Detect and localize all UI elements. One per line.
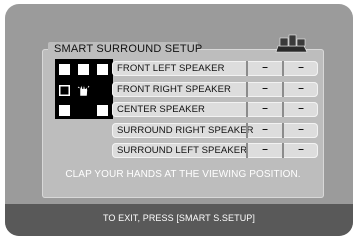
speaker-value: – (262, 144, 268, 155)
center-speaker-marker (78, 64, 89, 75)
setup-screen: SMART SURROUND SETUP FRONT LEFT SPEAKER … (5, 4, 353, 236)
speaker-label: FRONT RIGHT SPEAKER (117, 84, 231, 95)
exit-hint: TO EXIT, PRESS [SMART S.SETUP] (102, 213, 256, 223)
speaker-label: SURROUND RIGHT SPEAKER (117, 125, 254, 136)
speaker-row-surround-left: SURROUND LEFT SPEAKER – – (112, 143, 318, 158)
surround-right-speaker-marker (97, 105, 108, 116)
front-right-speaker-marker (97, 64, 108, 75)
instruction-text: CLAP YOUR HANDS AT THE VIEWING POSITION. (65, 169, 301, 180)
speaker-value: – (298, 144, 304, 155)
speaker-label: SURROUND LEFT SPEAKER (117, 145, 248, 156)
listener-position-marker (59, 85, 70, 96)
speaker-value: – (262, 62, 268, 73)
speaker-layout-diagram (55, 59, 113, 119)
clapping-hands-icon (77, 84, 90, 97)
footer-bar: TO EXIT, PRESS [SMART S.SETUP] (5, 204, 353, 236)
speaker-value: – (298, 124, 304, 135)
speaker-value: – (262, 124, 268, 135)
speaker-label: FRONT LEFT SPEAKER (117, 63, 225, 74)
front-left-speaker-marker (59, 64, 70, 75)
speaker-label: CENTER SPEAKER (117, 104, 205, 115)
speaker-row-front-right: FRONT RIGHT SPEAKER – – (112, 82, 318, 97)
speaker-row-surround-right: SURROUND RIGHT SPEAKER – – (112, 123, 318, 138)
speaker-value: – (262, 103, 268, 114)
speaker-value: – (262, 83, 268, 94)
speaker-row-center: CENTER SPEAKER – – (112, 102, 318, 117)
speaker-value: – (298, 83, 304, 94)
speaker-row-front-left: FRONT LEFT SPEAKER – – (112, 61, 318, 76)
speaker-value: – (298, 103, 304, 114)
tv-speaker-icon (275, 34, 308, 53)
surround-left-speaker-marker (59, 105, 70, 116)
page-title: SMART SURROUND SETUP (54, 43, 203, 55)
speaker-value: – (298, 62, 304, 73)
